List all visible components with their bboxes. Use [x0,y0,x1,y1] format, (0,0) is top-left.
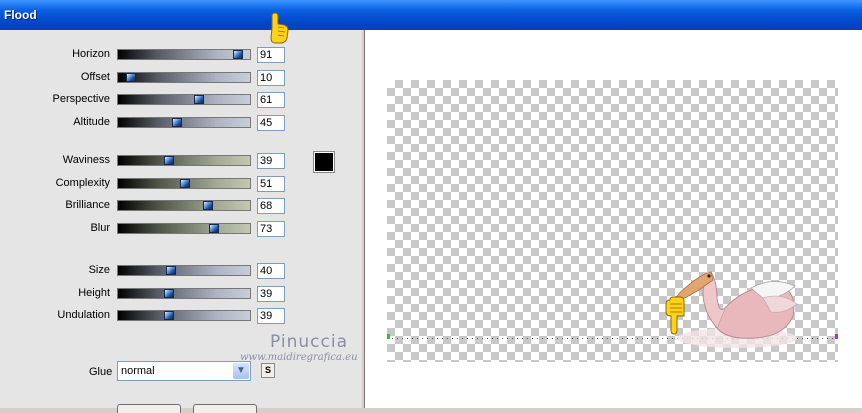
slider-thumb[interactable] [180,178,191,188]
watermark-url: www.maidiregrafica.eu [240,352,358,363]
brilliance-slider[interactable] [117,200,251,211]
param-row-height: Height 39 [0,285,362,302]
param-row-size: Size 40 [0,263,362,279]
slider-thumb[interactable] [172,117,183,127]
height-slider[interactable] [117,287,251,299]
slider-thumb[interactable] [164,156,175,165]
param-row-waviness: Waviness 39 [0,153,362,169]
glue-select[interactable]: normal ▼ [117,361,251,381]
param-label: Horizon [72,48,110,60]
param-row-blur: Blur 73 [0,220,362,237]
horizon-slider[interactable] [117,49,251,60]
slider-thumb[interactable] [165,266,176,275]
param-row-altitude: Altitude 45 [0,114,362,131]
param-label: Perspective [52,93,110,105]
complexity-slider[interactable] [117,177,251,189]
glue-swatch-button[interactable]: S [261,363,275,378]
size-slider[interactable] [117,265,251,276]
color-swatch[interactable] [313,151,335,173]
size-value-field[interactable]: 40 [257,263,285,279]
param-label: Blur [90,221,110,234]
param-label: Height [78,286,110,299]
watermark-name: Pinuccia [270,332,348,352]
slider-thumb[interactable] [233,50,244,59]
param-label: Brilliance [65,199,110,211]
pointing-hand-icon [270,12,289,44]
undulation-slider[interactable] [117,310,251,321]
slider-thumb[interactable] [126,72,137,82]
ok-button[interactable] [117,404,181,413]
param-label: Undulation [57,309,110,321]
param-label: Waviness [62,154,110,166]
horizon-marker-left [387,334,390,339]
glue-label: Glue [89,366,113,378]
param-row-offset: Offset 10 [0,69,362,86]
param-row-perspective: Perspective 61 [0,92,362,108]
brilliance-value-field[interactable]: 68 [257,198,285,214]
slider-thumb[interactable] [164,311,175,320]
undulation-value-field[interactable]: 39 [257,308,285,324]
param-row-undulation: Undulation 39 [0,308,362,324]
blur-value-field[interactable]: 73 [257,220,285,237]
glue-select-value: normal [121,365,155,377]
horizon-value-field[interactable]: 91 [257,47,285,63]
offset-value-field[interactable]: 10 [257,69,285,86]
complexity-value-field[interactable]: 51 [257,175,285,192]
param-label: Size [88,264,110,276]
altitude-value-field[interactable]: 45 [257,114,285,131]
param-label: Altitude [73,115,110,128]
chevron-down-icon[interactable]: ▼ [233,363,249,379]
param-label: Complexity [55,176,110,189]
param-row-complexity: Complexity 51 [0,175,362,192]
height-value-field[interactable]: 39 [257,285,285,302]
offset-slider[interactable] [117,71,251,83]
pointing-hand-icon [665,296,685,335]
slider-thumb[interactable] [193,95,204,104]
waviness-slider[interactable] [117,155,251,166]
param-row-brilliance: Brilliance 68 [0,198,362,214]
perspective-value-field[interactable]: 61 [257,92,285,108]
title-bar: Flood [0,0,862,30]
altitude-slider[interactable] [117,116,251,128]
window-title: Flood [4,8,37,22]
waviness-value-field[interactable]: 39 [257,153,285,169]
cancel-button[interactable] [193,404,257,413]
slider-thumb[interactable] [202,201,213,210]
horizon-marker-right [835,334,838,339]
slider-thumb[interactable] [209,223,220,233]
param-label: Offset [80,70,110,83]
blur-slider[interactable] [117,222,251,234]
param-row-horizon: Horizon 91 [0,47,362,63]
slider-thumb[interactable] [164,288,175,298]
perspective-slider[interactable] [117,94,251,105]
